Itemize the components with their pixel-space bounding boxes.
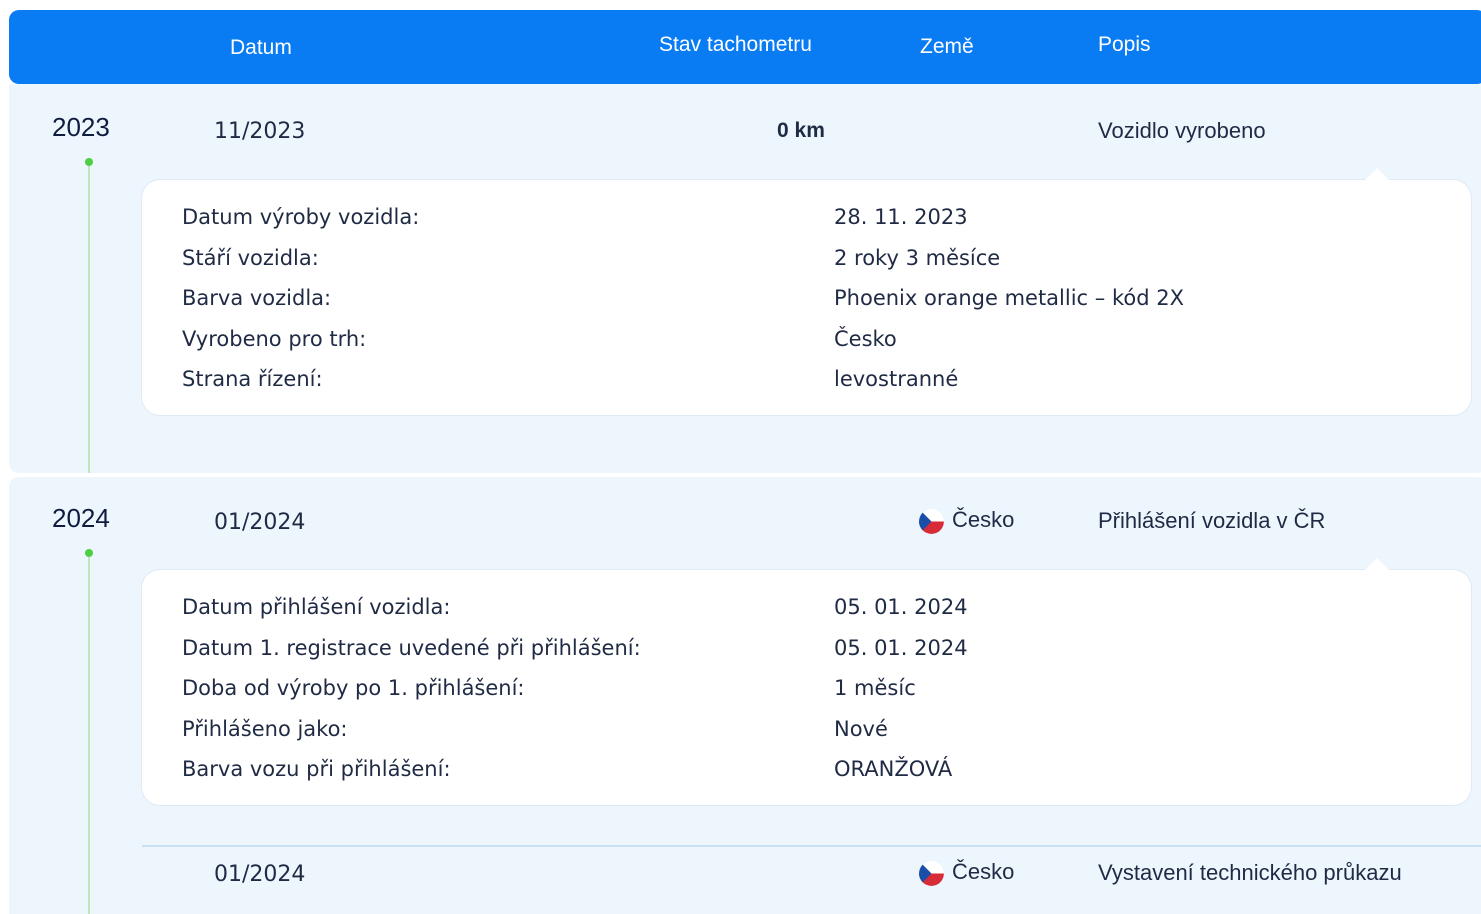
detail-value: Česko	[834, 327, 897, 351]
detail-row: Doba od výroby po 1. přihlášení: 1 měsíc	[182, 676, 1471, 706]
year-label: 2023	[52, 112, 110, 142]
detail-value: 28. 11. 2023	[834, 205, 968, 229]
event-country: Česko	[919, 507, 1015, 534]
timeline-line	[88, 166, 90, 473]
detail-row: Přihlášeno jako: Nové	[182, 717, 1471, 747]
history-table-header: Datum Stav tachometru Země Popis	[9, 10, 1481, 84]
detail-row: Datum 1. registrace uvedené při přihláše…	[182, 636, 1471, 666]
date-column-header[interactable]: Datum	[230, 36, 292, 60]
detail-value: 2 roky 3 měsíce	[834, 246, 1001, 270]
event-description: Přihlášení vozidla v ČR	[1098, 508, 1326, 533]
country-name: Česko	[952, 859, 1015, 884]
detail-label: Datum přihlášení vozidla:	[182, 595, 451, 619]
detail-label: Barva vozidla:	[182, 286, 332, 310]
detail-row: Vyrobeno pro trh: Česko	[182, 327, 1471, 357]
detail-row: Datum přihlášení vozidla: 05. 01. 2024	[182, 595, 1471, 625]
detail-label: Stáří vozidla:	[182, 246, 319, 270]
timeline-dot	[85, 549, 93, 557]
odometer-value: 0 km	[777, 119, 825, 142]
detail-value: Phoenix orange metallic – kód 2X	[834, 286, 1184, 310]
detail-value: Nové	[834, 717, 888, 741]
detail-value: levostranné	[834, 367, 959, 391]
czech-flag-icon	[919, 508, 944, 534]
description-column-header[interactable]: Popis	[1098, 33, 1151, 57]
production-details-card: Datum výroby vozidla: 28. 11. 2023 Stáří…	[142, 168, 1471, 415]
year-label: 2024	[52, 503, 110, 533]
detail-label: Datum výroby vozidla:	[182, 205, 420, 229]
detail-label: Přihlášeno jako:	[182, 717, 348, 741]
detail-row: Datum výroby vozidla: 28. 11. 2023	[182, 205, 1471, 235]
detail-label: Datum 1. registrace uvedené při přihláše…	[182, 636, 641, 660]
detail-label: Strana řízení:	[182, 367, 323, 391]
detail-row: Strana řízení: levostranné	[182, 367, 1471, 397]
country-name: Česko	[952, 507, 1015, 532]
detail-label: Barva vozu při přihlášení:	[182, 757, 451, 781]
detail-value: ORANŽOVÁ	[834, 757, 953, 781]
timeline-year-2024: 2024 01/2024 Česko Přihlášení vozidla v …	[9, 477, 1481, 914]
timeline-line	[88, 557, 90, 914]
timeline-dot	[85, 158, 93, 166]
detail-row: Stáří vozidla: 2 roky 3 měsíce	[182, 246, 1471, 276]
event-date: 11/2023	[214, 119, 306, 144]
registration-details-card: Datum přihlášení vozidla: 05. 01. 2024 D…	[142, 558, 1471, 805]
detail-value: 05. 01. 2024	[834, 595, 968, 619]
event-description: Vystavení technického průkazu	[1098, 860, 1402, 885]
detail-row: Barva vozidla: Phoenix orange metallic –…	[182, 286, 1471, 316]
czech-flag-icon	[919, 860, 944, 886]
event-date: 01/2024	[214, 510, 306, 535]
detail-row: Barva vozu při přihlášení: ORANŽOVÁ	[182, 757, 1471, 787]
row-divider	[142, 845, 1481, 847]
detail-label: Vyrobeno pro trh:	[182, 327, 367, 351]
event-date: 01/2024	[214, 862, 306, 887]
detail-value: 1 měsíc	[834, 676, 916, 700]
event-country: Česko	[919, 859, 1015, 886]
country-column-header[interactable]: Země	[920, 35, 974, 59]
detail-value: 05. 01. 2024	[834, 636, 968, 660]
event-description: Vozidlo vyrobeno	[1098, 118, 1266, 143]
vehicle-history-page: Datum Stav tachometru Země Popis 2023 11…	[0, 0, 1481, 914]
detail-label: Doba od výroby po 1. přihlášení:	[182, 676, 525, 700]
timeline-year-2023: 2023 11/2023 0 km Vozidlo vyrobeno Datum…	[9, 84, 1481, 473]
odometer-column-header[interactable]: Stav tachometru	[659, 33, 812, 57]
